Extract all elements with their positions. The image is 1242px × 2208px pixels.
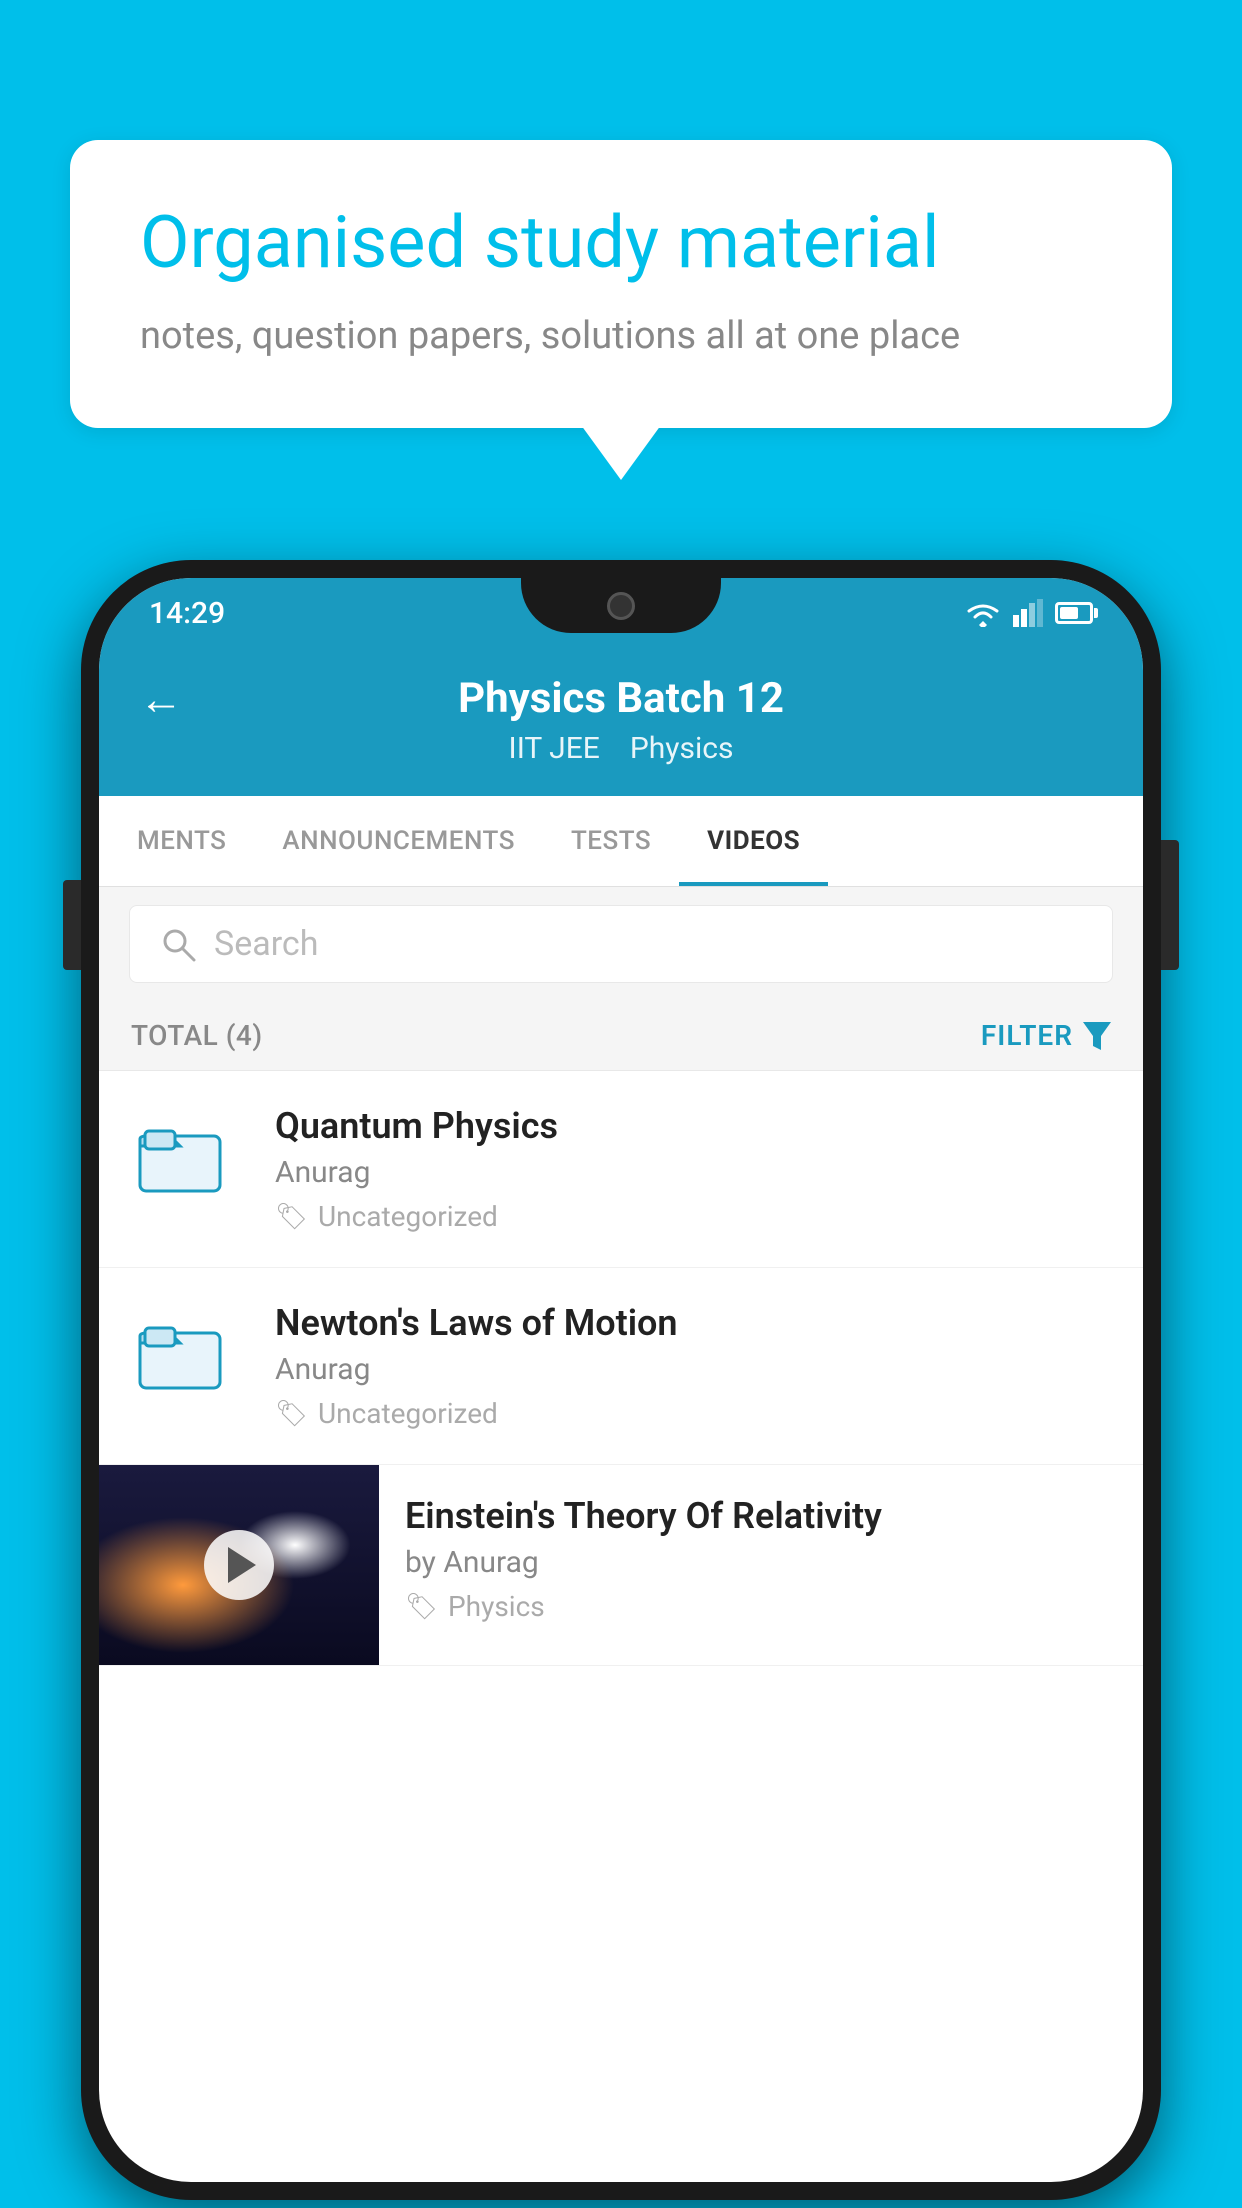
video-list: Quantum Physics Anurag 🏷 Uncategorized xyxy=(99,1071,1143,1666)
video-tag-1: Uncategorized xyxy=(318,1200,498,1233)
tag-icon-3: 🏷 xyxy=(405,1592,438,1622)
tab-ments[interactable]: MENTS xyxy=(109,796,254,886)
app-bar: ← Physics Batch 12 IIT JEE Physics xyxy=(99,648,1143,796)
notch xyxy=(521,578,721,633)
filter-label: FILTER xyxy=(981,1019,1073,1052)
speech-bubble-title: Organised study material xyxy=(140,200,1102,286)
battery-fill xyxy=(1060,607,1078,619)
phone-outer: 14:29 xyxy=(81,560,1161,2200)
filter-button[interactable]: FILTER xyxy=(981,1019,1111,1052)
folder-icon xyxy=(135,1111,225,1201)
video-title-3: Einstein's Theory Of Relativity xyxy=(405,1495,1117,1537)
video-title-1: Quantum Physics xyxy=(275,1105,1107,1147)
video-tag-3: Physics xyxy=(448,1590,545,1623)
video-tag-2: Uncategorized xyxy=(318,1397,498,1430)
search-icon xyxy=(160,926,196,962)
status-time: 14:29 xyxy=(149,596,225,631)
tag-icon-2: 🏷 xyxy=(275,1399,308,1429)
video-tag-row-3: 🏷 Physics xyxy=(405,1590,1117,1623)
tab-announcements[interactable]: ANNOUNCEMENTS xyxy=(254,796,543,886)
app-bar-subtitle: IIT JEE Physics xyxy=(509,731,734,766)
app-bar-title: Physics Batch 12 xyxy=(458,674,784,723)
search-placeholder: Search xyxy=(214,924,318,964)
play-triangle-icon xyxy=(228,1547,256,1583)
video-author-3: by Anurag xyxy=(405,1545,1117,1580)
status-bar: 14:29 xyxy=(99,578,1143,648)
video-author-1: Anurag xyxy=(275,1155,1107,1190)
filter-icon xyxy=(1083,1022,1111,1050)
tabs-bar: MENTS ANNOUNCEMENTS TESTS VIDEOS xyxy=(99,796,1143,887)
folder-thumb-2 xyxy=(135,1302,245,1402)
app-bar-row: ← Physics Batch 12 xyxy=(139,674,1103,723)
filter-row: TOTAL (4) FILTER xyxy=(99,1001,1143,1071)
phone-frame: 14:29 xyxy=(81,560,1161,2200)
battery-icon xyxy=(1055,602,1093,624)
video-author-2: Anurag xyxy=(275,1352,1107,1387)
tab-videos[interactable]: VIDEOS xyxy=(679,796,828,886)
phone-screen: 14:29 xyxy=(99,578,1143,2182)
total-count: TOTAL (4) xyxy=(131,1019,263,1052)
search-bar[interactable]: Search xyxy=(129,905,1113,983)
back-button[interactable]: ← xyxy=(139,673,183,725)
list-item[interactable]: Newton's Laws of Motion Anurag 🏷 Uncateg… xyxy=(99,1268,1143,1465)
speech-bubble-subtitle: notes, question papers, solutions all at… xyxy=(140,314,1102,358)
video-thumbnail-3 xyxy=(99,1465,379,1665)
status-icons xyxy=(965,599,1093,627)
app-bar-tag-iitjee: IIT JEE xyxy=(509,731,600,766)
tab-tests[interactable]: TESTS xyxy=(543,796,679,886)
video-tag-row-2: 🏷 Uncategorized xyxy=(275,1397,1107,1430)
list-item[interactable]: Quantum Physics Anurag 🏷 Uncategorized xyxy=(99,1071,1143,1268)
wifi-icon xyxy=(965,599,1001,627)
play-button[interactable] xyxy=(204,1530,274,1600)
video-info-2: Newton's Laws of Motion Anurag 🏷 Uncateg… xyxy=(275,1302,1107,1430)
camera xyxy=(607,592,635,620)
list-item[interactable]: Einstein's Theory Of Relativity by Anura… xyxy=(99,1465,1143,1666)
video-info-1: Quantum Physics Anurag 🏷 Uncategorized xyxy=(275,1105,1107,1233)
tag-icon-1: 🏷 xyxy=(275,1202,308,1232)
search-container: Search xyxy=(99,887,1143,1001)
folder-icon xyxy=(135,1308,225,1398)
speech-bubble: Organised study material notes, question… xyxy=(70,140,1172,428)
video-title-2: Newton's Laws of Motion xyxy=(275,1302,1107,1344)
speech-bubble-container: Organised study material notes, question… xyxy=(70,140,1172,428)
video-info-3: Einstein's Theory Of Relativity by Anura… xyxy=(379,1465,1143,1653)
signal-icon xyxy=(1013,599,1043,627)
video-tag-row-1: 🏷 Uncategorized xyxy=(275,1200,1107,1233)
folder-thumb-1 xyxy=(135,1105,245,1205)
app-bar-tag-physics: Physics xyxy=(630,731,734,766)
